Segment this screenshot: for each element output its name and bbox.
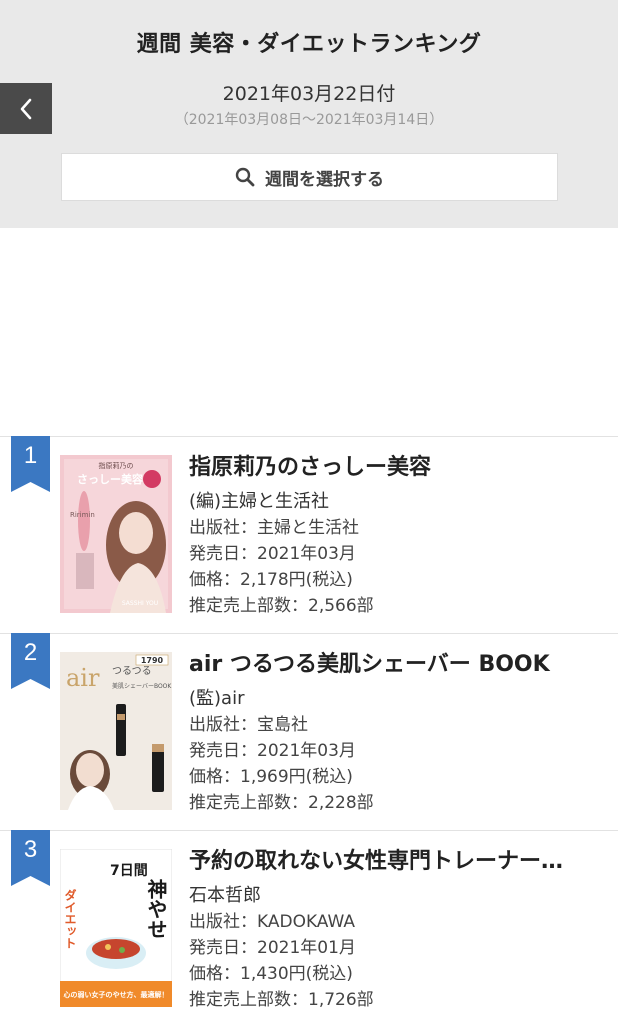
svg-text:心の弱い女子のやせ方、最適解！: 心の弱い女子のやせ方、最適解！ <box>64 990 169 999</box>
book-price: 価格：1,969円(税込) <box>189 767 353 787</box>
ranking-item[interactable]: 3 神やせ 7日間 ダイエット 心の弱い女子のやせ方、最適解！ 予約の取れない女… <box>0 830 618 1024</box>
book-price: 価格：2,178円(税込) <box>189 570 353 590</box>
ranking-item[interactable]: 1 指原莉乃の さっしー美容 Ririmin SASSHI YOU 指原莉乃のさ… <box>0 436 618 633</box>
select-week-label: 週間を選択する <box>265 169 384 190</box>
book-cover-image[interactable]: air つるつる 美肌シェーバーBOOK 1790 <box>60 652 172 810</box>
search-icon <box>235 167 255 187</box>
book-author: (監)air <box>189 688 245 709</box>
svg-text:美肌シェーバーBOOK: 美肌シェーバーBOOK <box>112 682 172 690</box>
book-release-date: 発売日：2021年03月 <box>189 544 356 564</box>
ranking-date: 2021年03月22日付 <box>222 83 396 105</box>
book-info: 予約の取れない女性専門トレーナーが教える 7日間神やせダイエット 石本哲郎 出版… <box>189 847 609 1013</box>
book-cover-image[interactable]: 神やせ 7日間 ダイエット 心の弱い女子のやせ方、最適解！ <box>60 849 172 1007</box>
svg-text:1790: 1790 <box>141 656 164 665</box>
book-publisher: 出版社：KADOKAWA <box>189 912 356 932</box>
page-title: 週間 美容・ダイエットランキング <box>136 32 482 57</box>
svg-text:つるつる: つるつる <box>112 665 152 677</box>
book-info: 指原莉乃のさっしー美容 (編)主婦と生活社 出版社：主婦と生活社 発売日：202… <box>189 453 609 619</box>
book-title[interactable]: air つるつる美肌シェーバー BOOK <box>189 650 569 680</box>
book-publisher: 出版社：宝島社 <box>189 715 308 735</box>
book-title[interactable]: 予約の取れない女性専門トレーナーが教える 7日間神やせダイエット <box>189 847 569 877</box>
ranking-list: 1 指原莉乃の さっしー美容 Ririmin SASSHI YOU 指原莉乃のさ… <box>0 436 618 1024</box>
svg-text:神やせ: 神やせ <box>144 878 168 939</box>
rank-badge: 3 <box>11 830 50 886</box>
ranking-header: 週間 美容・ダイエットランキング 2021年03月22日付 （2021年03月0… <box>0 0 618 228</box>
rank-badge: 1 <box>11 436 50 492</box>
svg-text:指原莉乃の: 指原莉乃の <box>99 461 134 470</box>
book-cover-image[interactable]: 指原莉乃の さっしー美容 Ririmin SASSHI YOU <box>60 455 172 613</box>
book-release-date: 発売日：2021年03月 <box>189 741 356 761</box>
book-author: (編)主婦と生活社 <box>189 491 330 512</box>
book-estimated-sales: 推定売上部数：2,228部 <box>189 793 374 813</box>
ranking-item[interactable]: 2 air つるつる 美肌シェーバーBOOK 1790 air つるつる美肌シェ… <box>0 633 618 830</box>
rank-number: 1 <box>23 442 38 469</box>
book-title[interactable]: 指原莉乃のさっしー美容 <box>189 453 569 483</box>
svg-text:Ririmin: Ririmin <box>70 511 95 519</box>
book-estimated-sales: 推定売上部数：2,566部 <box>189 596 374 616</box>
ranking-period: （2021年03月08日～2021年03月14日） <box>174 112 444 128</box>
book-author: 石本哲郎 <box>189 885 261 906</box>
svg-text:7日間: 7日間 <box>110 863 148 879</box>
rank-badge: 2 <box>11 633 50 689</box>
book-info: air つるつる美肌シェーバー BOOK (監)air 出版社：宝島社 発売日：… <box>189 650 609 816</box>
svg-text:air: air <box>66 664 100 692</box>
rank-number: 3 <box>23 836 38 863</box>
svg-text:さっしー美容: さっしー美容 <box>77 472 143 486</box>
rank-number: 2 <box>23 639 38 666</box>
svg-text:SASSHI YOU: SASSHI YOU <box>122 600 158 607</box>
book-price: 価格：1,430円(税込) <box>189 964 353 984</box>
select-week-button[interactable]: 週間を選択する <box>61 153 558 201</box>
svg-text:ダイエット: ダイエット <box>63 888 77 949</box>
book-release-date: 発売日：2021年01月 <box>189 938 356 958</box>
book-publisher: 出版社：主婦と生活社 <box>189 518 359 538</box>
book-estimated-sales: 推定売上部数：1,726部 <box>189 990 374 1010</box>
